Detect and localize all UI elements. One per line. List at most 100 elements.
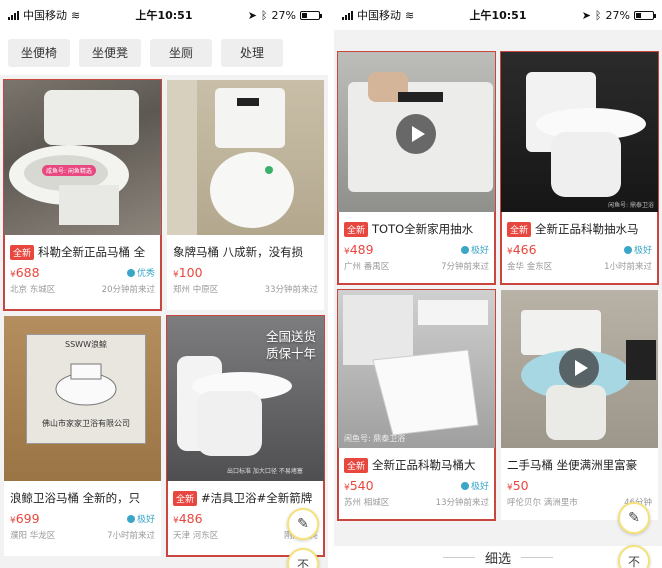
filter-bar: 细选 — [334, 546, 662, 568]
condition-icon — [126, 268, 135, 277]
condition-icon — [460, 245, 469, 254]
chip-category[interactable]: 处理 — [221, 38, 283, 67]
condition-icon — [623, 245, 632, 254]
product-image-box: SSWW浪鲸 佛山市家家卫浴有限公司 — [4, 316, 161, 481]
toilet-illustration — [167, 80, 294, 235]
new-tag: 全新 — [507, 221, 532, 237]
product-time: 13分钟前来过 — [435, 498, 489, 508]
right-phone-screen: 中国移动 ≋ 上午10:51 ➤ ᛒ 27% 全新 TOTO全新家用抽水 ¥48… — [334, 0, 662, 568]
product-location: 呼伦贝尔 满洲里市 — [507, 498, 578, 508]
product-time: 20分钟前来过 — [101, 285, 155, 295]
left-phone-screen: 中国移动 ≋ 上午10:51 ➤ ᛒ 27% 坐便椅 坐便凳 坐厕 处理 咸鱼号… — [0, 0, 328, 568]
divider — [521, 556, 553, 558]
product-location: 郑州 中原区 — [173, 285, 219, 295]
box-maker: 佛山市家家卫浴有限公司 — [42, 419, 130, 428]
toilet-illustration — [9, 90, 139, 225]
product-location: 苏州 相城区 — [344, 498, 390, 508]
wifi-icon: ≋ — [405, 8, 415, 22]
product-price: ¥100 — [173, 265, 203, 280]
product-location: 广州 番禺区 — [344, 262, 390, 272]
product-card[interactable]: SSWW浪鲸 佛山市家家卫浴有限公司 浪鲸卫浴马桶 全新的，只 ¥699 极好 濮… — [4, 316, 161, 556]
bluetooth-icon: ᛒ — [594, 8, 602, 22]
toilet-illustration — [343, 295, 488, 436]
video-play-button[interactable] — [396, 114, 436, 154]
condition-badge: 极好 — [126, 512, 155, 525]
product-image-toilet — [167, 80, 324, 235]
box-brand: SSWW浪鲸 — [65, 340, 107, 349]
battery-percent: 27% — [271, 8, 296, 22]
product-price: ¥466 — [507, 242, 537, 257]
wifi-icon: ≋ — [71, 8, 81, 22]
edit-icon: ✎ — [628, 510, 640, 526]
image-watermark: 闲鱼号: 鼎泰卫浴 — [344, 434, 406, 443]
condition-badge: 极好 — [460, 243, 489, 256]
product-image-toilet: 咸鱼号: 闲鱼精选 — [4, 80, 161, 235]
signal-icon — [8, 10, 19, 20]
screenshot-stage: 中国移动 ≋ 上午10:51 ➤ ᛒ 27% 坐便椅 坐便凳 坐厕 处理 咸鱼号… — [0, 0, 662, 568]
status-time: 上午10:51 — [469, 9, 527, 22]
product-grid: 咸鱼号: 闲鱼精选 全新 科勒全新正品马桶 全 ¥688 优秀 北京 东城区 20分钟… — [0, 79, 328, 557]
battery-icon — [299, 10, 322, 20]
image-watermark: 闲鱼号: 鼎泰卫浴 — [608, 202, 654, 209]
product-price: ¥50 — [507, 478, 529, 493]
filter-button[interactable]: 细选 — [485, 548, 511, 567]
condition-icon — [126, 514, 135, 523]
new-tag: 全新 — [173, 490, 198, 506]
category-chips: 坐便椅 坐便凳 坐厕 处理 — [0, 30, 328, 75]
product-location: 金华 金东区 — [507, 262, 553, 272]
signal-icon — [342, 10, 353, 20]
product-card[interactable]: 象牌马桶 八成新，没有损 ¥100 郑州 中原区 33分钟前来过 — [167, 80, 324, 310]
video-play-button[interactable] — [559, 348, 599, 388]
product-title: TOTO全新家用抽水 — [372, 222, 474, 236]
edit-fab-button[interactable]: ✎ — [618, 502, 650, 534]
image-badge: 咸鱼号: 闲鱼精选 — [42, 165, 96, 176]
location-arrow-icon: ➤ — [581, 8, 591, 22]
product-title: 浪鲸卫浴马桶 全新的，只 — [10, 491, 141, 505]
chip-category[interactable]: 坐厕 — [150, 38, 212, 67]
product-title: 全新正品科勒马桶大 — [372, 458, 476, 472]
carrier-label: 中国移动 — [23, 9, 67, 22]
product-title: 全新正品科勒抽水马 — [535, 222, 639, 236]
product-image-toilet: 闲鱼号: 鼎泰卫浴 — [338, 290, 495, 448]
product-title: 象牌马桶 八成新，没有损 — [173, 245, 304, 259]
product-location: 天津 河东区 — [173, 531, 219, 541]
divider — [442, 556, 475, 558]
promo-overlay: 全国送货 质保十年 — [265, 329, 316, 361]
product-time: 1小时前来过 — [604, 262, 652, 272]
product-time: 33分钟前来过 — [264, 285, 318, 295]
status-time: 上午10:51 — [135, 9, 193, 22]
edit-fab-button[interactable]: ✎ — [287, 508, 319, 540]
promo-small-text: 出口标准 加大口径 不易堵塞 — [227, 468, 303, 475]
product-price: ¥540 — [344, 478, 374, 493]
product-card[interactable]: 二手马桶 坐便满洲里富豪 ¥50 呼伦贝尔 满洲里市46分钟 — [501, 290, 658, 520]
product-card[interactable]: 咸鱼号: 闲鱼精选 全新 科勒全新正品马桶 全 ¥688 优秀 北京 东城区 20分钟… — [3, 79, 162, 311]
product-price: ¥688 — [10, 265, 40, 280]
condition-badge: 极好 — [460, 479, 489, 492]
battery-percent: 27% — [605, 8, 630, 22]
bluetooth-icon: ᛒ — [260, 8, 268, 22]
product-card[interactable]: 闲鱼号: 鼎泰卫浴 全新 全新正品科勒马桶大 ¥540 极好 苏州 相城区 13分钟前… — [337, 289, 496, 521]
product-title: #洁具卫浴#全新箭牌 — [201, 491, 313, 505]
product-card[interactable]: 闲鱼号: 鼎泰卫浴 全新 全新正品科勒抽水马 ¥466 极好 金华 金东区 1小时前来… — [500, 51, 659, 285]
product-location: 濮阳 华龙区 — [10, 531, 56, 541]
product-time: 7小时前来过 — [107, 531, 155, 541]
product-title: 科勒全新正品马桶 全 — [38, 245, 146, 259]
product-card[interactable]: 全新 TOTO全新家用抽水 ¥489 极好 广州 番禺区 7分钟前来过 — [337, 51, 496, 285]
product-video-thumbnail — [338, 52, 495, 212]
carrier-label: 中国移动 — [357, 9, 401, 22]
product-image-toilet: 全国送货 质保十年 出口标准 加大口径 不易堵塞 — [167, 316, 324, 481]
battery-icon — [633, 10, 656, 20]
product-price: ¥489 — [344, 242, 374, 257]
condition-badge: 极好 — [623, 243, 652, 256]
product-video-thumbnail — [501, 290, 658, 448]
status-bar: 中国移动 ≋ 上午10:51 ➤ ᛒ 27% — [0, 0, 328, 30]
product-grid: 全新 TOTO全新家用抽水 ¥489 极好 广州 番禺区 7分钟前来过 闲鱼号: 鼎泰… — [334, 51, 662, 521]
product-price: ¥699 — [10, 511, 40, 526]
product-price: ¥486 — [173, 511, 203, 526]
condition-icon — [460, 481, 469, 490]
chip-category[interactable]: 坐便凳 — [79, 38, 141, 67]
product-image-toilet: 闲鱼号: 鼎泰卫浴 — [501, 52, 658, 212]
new-tag: 全新 — [344, 457, 369, 473]
product-time: 7分钟前来过 — [441, 262, 489, 272]
chip-category[interactable]: 坐便椅 — [8, 38, 70, 67]
